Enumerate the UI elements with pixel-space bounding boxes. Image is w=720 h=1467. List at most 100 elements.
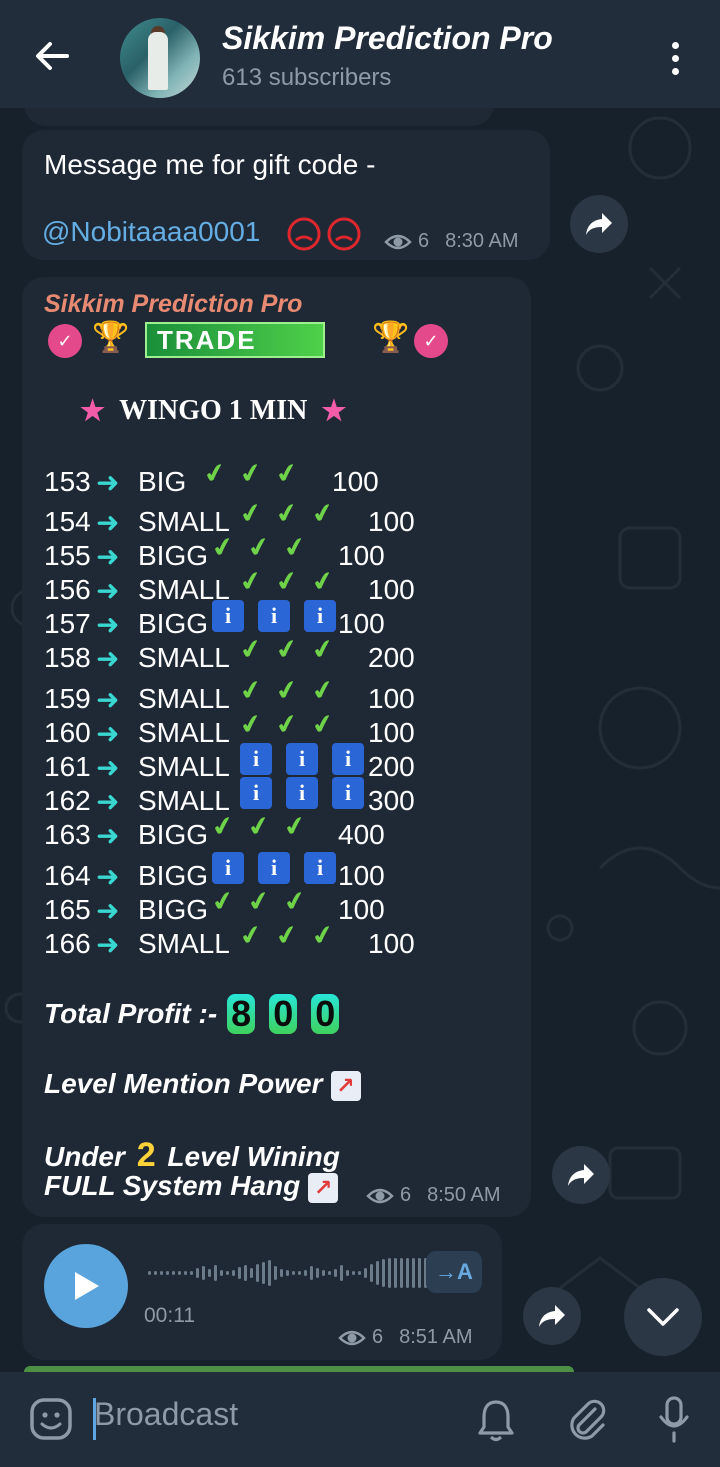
bet-amount: 300	[368, 785, 415, 816]
forward-button[interactable]	[570, 195, 628, 253]
waveform-bar	[190, 1271, 193, 1275]
message-text: Message me for gift code -	[44, 149, 376, 180]
voice-record-button[interactable]	[654, 1394, 694, 1444]
waveform-bar	[412, 1258, 415, 1288]
check-mark-icon: ✔	[308, 496, 337, 530]
waveform-bar	[382, 1259, 385, 1287]
info-icon: i	[240, 777, 272, 809]
waveform-bar	[310, 1266, 313, 1280]
check-mark-icon: ✔	[308, 707, 337, 741]
waveform-bar	[268, 1260, 271, 1286]
info-icon: i	[304, 600, 336, 632]
waveform-bar	[250, 1268, 253, 1278]
bet-amount: 100	[368, 683, 415, 714]
waveform-bar	[370, 1264, 373, 1282]
bet-amount: 200	[368, 642, 415, 673]
message-time: 8:50 AM	[427, 1184, 501, 1206]
play-icon	[75, 1272, 99, 1300]
result-marks: iii	[240, 777, 364, 809]
check-mark-icon: ✔	[244, 530, 273, 564]
check-mark-icon: ✔	[237, 918, 265, 952]
more-menu-button[interactable]	[660, 36, 690, 80]
views-eye-icon	[384, 234, 412, 249]
waveform-bar	[316, 1268, 319, 1278]
waveform-bar	[172, 1271, 175, 1275]
broadcast-input[interactable]: Broadcast	[94, 1396, 238, 1433]
check-mark-icon: ✔	[308, 918, 337, 952]
total-profit: Total Profit :- 8 0 0	[44, 994, 340, 1034]
result-marks: iii	[212, 600, 336, 632]
period-number: 159	[44, 683, 91, 714]
silent-broadcast-button[interactable]	[474, 1396, 518, 1444]
sticker-icon	[30, 1398, 72, 1440]
check-mark-icon: ✔	[272, 632, 301, 666]
waveform-bar	[376, 1261, 379, 1285]
arrow-right-icon: ➜	[96, 684, 120, 715]
waveform-bar	[238, 1267, 241, 1279]
predicted-result: BIGG	[138, 819, 209, 850]
telegram-channel-screen: Sikkim Prediction Pro 613 subscribers Me…	[0, 0, 720, 1467]
back-button[interactable]	[28, 34, 76, 78]
check-mark-icon: ✔	[272, 564, 301, 598]
play-button[interactable]	[44, 1244, 128, 1328]
arrow-right-icon: ➜	[96, 718, 120, 749]
attach-button[interactable]	[564, 1396, 610, 1444]
period-number: 158	[44, 642, 91, 673]
period-number: 164	[44, 860, 91, 891]
arrow-right-icon: ➜	[96, 895, 120, 926]
check-mark-icon: ✔	[308, 632, 337, 666]
predicted-result: SMALL	[138, 642, 230, 673]
heading-text: WINGO 1 MIN	[119, 395, 308, 426]
waveform-bar	[208, 1269, 211, 1277]
arrow-right-icon: ➜	[96, 467, 120, 498]
subscriber-count: 613 subscribers	[222, 64, 392, 91]
waveform-bar	[394, 1258, 397, 1288]
check-mark-icon: ✔	[308, 564, 337, 598]
check-mark-icon: ✔	[272, 707, 301, 741]
info-icon: i	[258, 852, 290, 884]
scroll-to-bottom-button[interactable]	[624, 1278, 702, 1356]
waveform-bar	[340, 1265, 343, 1281]
view-count: 6	[400, 1184, 412, 1206]
sticker-button[interactable]	[28, 1396, 74, 1442]
check-mark-icon: ✔	[237, 632, 265, 666]
profit-digit: 0	[269, 994, 298, 1034]
channel-title[interactable]: Sikkim Prediction Pro	[222, 20, 553, 57]
check-mark-icon: ✔	[237, 564, 265, 598]
game-heading: ★ WINGO 1 MIN ★	[80, 394, 346, 428]
check-mark-icon: ✔	[237, 707, 265, 741]
result-marks: ✔ ✔ ✔	[237, 673, 336, 707]
forward-button[interactable]	[552, 1146, 610, 1204]
bet-amount: 100	[368, 506, 415, 537]
period-number: 165	[44, 894, 91, 925]
arrow-right-icon: ➜	[96, 507, 120, 538]
check-mark-icon: ✔	[237, 496, 265, 530]
result-marks: ✔ ✔ ✔	[237, 632, 336, 666]
bet-amount: 100	[368, 574, 415, 605]
voice-waveform[interactable]	[148, 1256, 427, 1290]
share-forward-icon	[586, 213, 612, 235]
waveform-bar	[358, 1271, 361, 1275]
share-forward-icon	[539, 1305, 565, 1327]
username-link[interactable]: @Nobitaaaa0001	[42, 216, 260, 248]
waveform-bar	[298, 1271, 301, 1275]
menu-dot	[671, 67, 679, 75]
microphone-icon	[659, 1396, 689, 1443]
arrow-right-icon: ➜	[96, 929, 120, 960]
predicted-result: SMALL	[138, 928, 230, 959]
info-icon: i	[332, 777, 364, 809]
share-forward-icon	[568, 1164, 594, 1186]
forward-button[interactable]	[523, 1287, 581, 1345]
info-icon: i	[240, 743, 272, 775]
transcribe-button[interactable]: →A	[426, 1251, 482, 1293]
predicted-result: SMALL	[138, 683, 230, 714]
view-count: 6	[372, 1326, 384, 1348]
waveform-bar	[232, 1270, 235, 1276]
message-meta-gift: 6 8:30 AM	[384, 230, 519, 253]
check-mark-icon: ✔	[280, 809, 309, 843]
views-eye-icon	[338, 1330, 366, 1345]
channel-avatar[interactable]	[120, 18, 200, 98]
check-mark-icon: ✔	[280, 530, 309, 564]
predicted-result: SMALL	[138, 751, 230, 782]
bet-amount: 100	[332, 466, 379, 497]
